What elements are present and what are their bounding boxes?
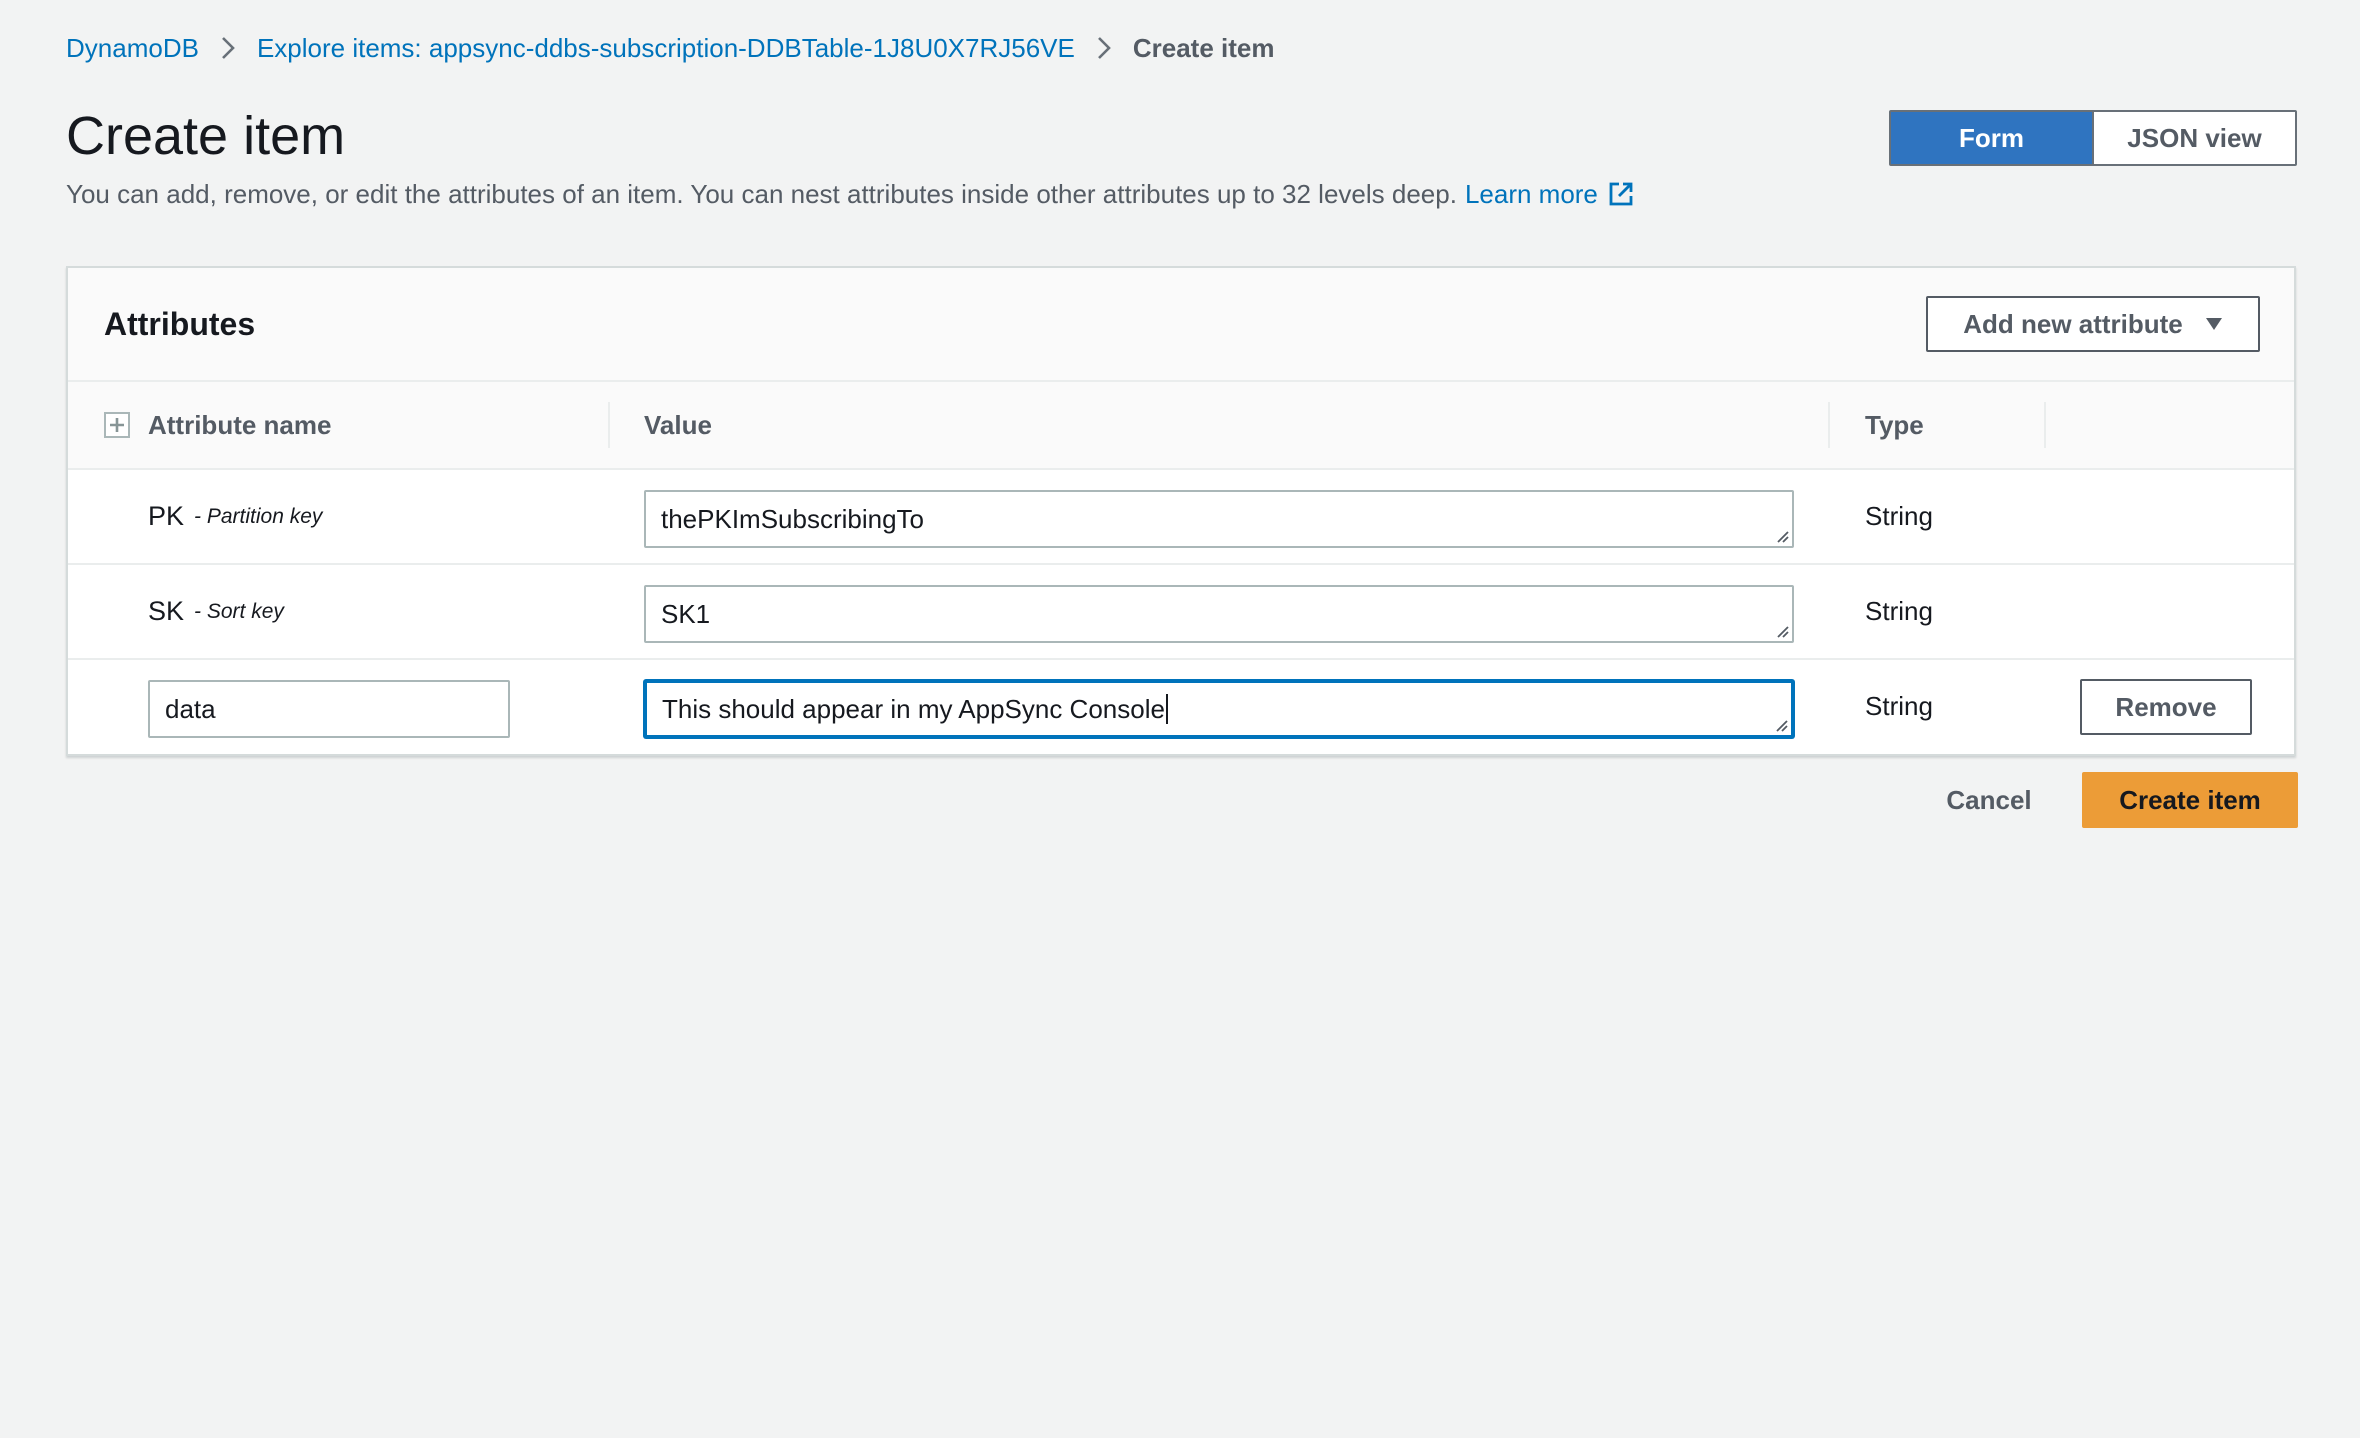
- sk-value-text: SK1: [661, 598, 711, 629]
- column-divider: [2044, 402, 2046, 448]
- column-value: Value: [644, 409, 712, 440]
- attribute-name-sk: SK - Sort key: [148, 565, 284, 658]
- table-row-sk: SK - Sort key SK1 String: [68, 565, 2294, 660]
- chevron-right-icon: [1097, 36, 1111, 60]
- view-toggle: Form JSON view: [1889, 110, 2297, 166]
- attributes-panel: Attributes Add new attribute Attribute n…: [66, 266, 2296, 756]
- text-cursor: [1165, 694, 1168, 724]
- breadcrumb-current: Create item: [1132, 32, 1275, 63]
- description-text: You can add, remove, or edit the attribu…: [66, 179, 1457, 209]
- attribute-name-text: SK: [148, 596, 185, 626]
- caret-down-icon: [2205, 317, 2223, 331]
- expand-all-icon[interactable]: [104, 412, 130, 438]
- breadcrumb-dynamodb[interactable]: DynamoDB: [66, 33, 199, 64]
- create-item-button[interactable]: Create item: [2082, 772, 2298, 828]
- column-attribute-name: Attribute name: [148, 409, 332, 440]
- table-header: Attribute name Value Type: [68, 382, 2294, 470]
- chevron-right-icon: [221, 36, 235, 60]
- json-view-button[interactable]: JSON view: [2092, 112, 2295, 164]
- column-divider: [1828, 402, 1830, 448]
- table-row-data: data This should appear in my AppSync Co…: [68, 660, 2294, 755]
- form-view-button[interactable]: Form: [1891, 112, 2092, 164]
- attributes-header: Attributes Add new attribute: [68, 268, 2294, 382]
- attribute-name-text: PK: [148, 501, 185, 531]
- attribute-name-pk: PK - Partition key: [148, 470, 322, 563]
- breadcrumb-explore-items[interactable]: Explore items: appsync-ddbs-subscription…: [257, 33, 1075, 64]
- attributes-title: Attributes: [104, 306, 256, 342]
- data-value-input[interactable]: This should appear in my AppSync Console: [644, 680, 1794, 738]
- add-new-attribute-button[interactable]: Add new attribute: [1926, 296, 2260, 352]
- learn-more-link[interactable]: Learn more: [1465, 177, 1634, 211]
- column-type: Type: [1865, 409, 1924, 440]
- sk-value-input[interactable]: SK1: [644, 585, 1794, 643]
- cancel-button[interactable]: Cancel: [1930, 772, 2048, 828]
- data-type: String: [1865, 691, 1933, 721]
- pk-value-text: thePKImSubscribingTo: [661, 503, 925, 534]
- data-value-text: This should appear in my AppSync Console: [662, 693, 1165, 724]
- key-type-label: - Partition key: [194, 504, 323, 528]
- resize-handle-icon[interactable]: [1772, 716, 1788, 732]
- sk-type: String: [1865, 596, 1933, 626]
- add-new-attribute-label: Add new attribute: [1963, 308, 2183, 339]
- attribute-name-input[interactable]: data: [148, 680, 510, 738]
- page-description: You can add, remove, or edit the attribu…: [66, 177, 1634, 211]
- resize-handle-icon[interactable]: [1773, 527, 1789, 543]
- attribute-name-value: data: [165, 693, 216, 724]
- resize-handle-icon[interactable]: [1773, 622, 1789, 638]
- column-divider: [608, 402, 610, 448]
- table-row-pk: PK - Partition key thePKImSubscribingTo …: [68, 470, 2294, 565]
- breadcrumb: DynamoDB Explore items: appsync-ddbs-sub…: [66, 28, 1274, 68]
- pk-value-input[interactable]: thePKImSubscribingTo: [644, 490, 1794, 548]
- pk-type: String: [1865, 501, 1933, 531]
- remove-attribute-button[interactable]: Remove: [2080, 679, 2252, 735]
- key-type-label: - Sort key: [194, 599, 284, 623]
- external-link-icon: [1609, 182, 1633, 206]
- learn-more-label: Learn more: [1464, 179, 1598, 209]
- page-title: Create item: [66, 106, 346, 166]
